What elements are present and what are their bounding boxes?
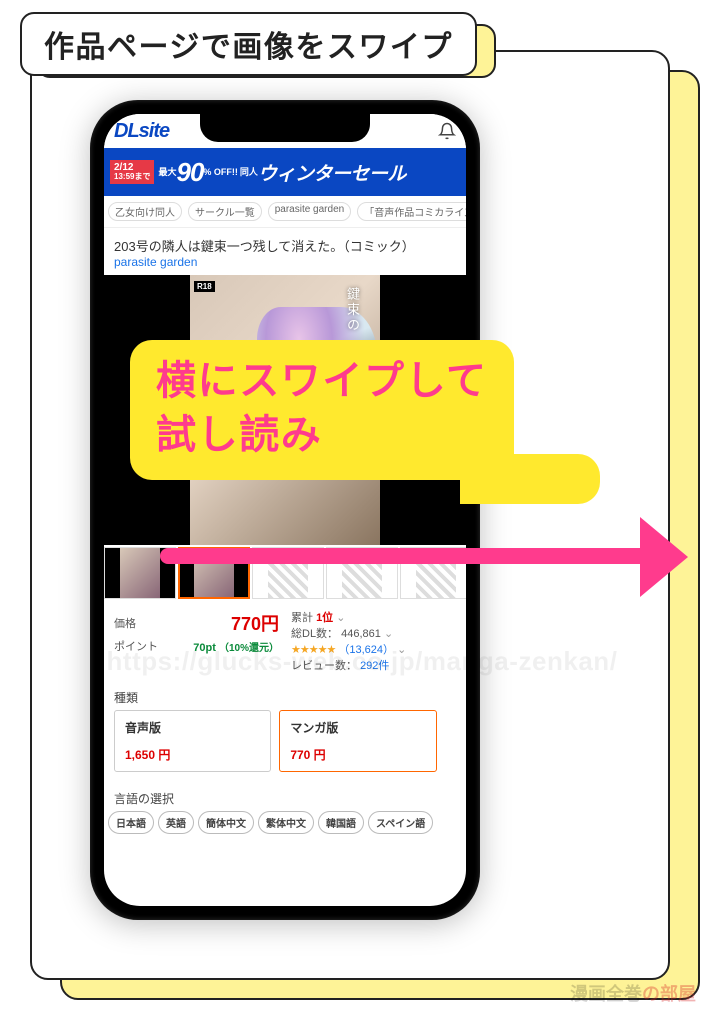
rank-value: 1位 bbox=[316, 612, 333, 624]
lang-option[interactable]: 英語 bbox=[158, 811, 194, 834]
callout-line2: 試し読み bbox=[156, 408, 488, 462]
lang-option[interactable]: 日本語 bbox=[108, 811, 154, 834]
phone-notch bbox=[200, 114, 370, 142]
breadcrumb-item[interactable]: parasite garden bbox=[268, 202, 352, 221]
promo-off: % OFF!! bbox=[203, 168, 238, 177]
review-label: レビュー数： bbox=[291, 660, 357, 672]
variant-price: 1,650 円 bbox=[125, 746, 260, 763]
variant-name: 音声版 bbox=[125, 719, 260, 736]
promo-percent: 90 bbox=[176, 157, 203, 188]
rating-count-link[interactable]: （13,624） bbox=[338, 644, 394, 656]
point-label: ポイント bbox=[114, 638, 158, 654]
swipe-arrow-icon bbox=[160, 548, 660, 564]
variant-price: 770 円 bbox=[290, 746, 425, 763]
product-stats: 価格 770円 ポイント 70pt （10%還元） 累計 1位 ⌄ bbox=[104, 601, 466, 681]
lang-option[interactable]: スペイン語 bbox=[368, 811, 433, 834]
breadcrumb-item[interactable]: 「音声作品コミカライズ」シリーズ bbox=[357, 202, 466, 221]
promo-time: 13:59まで bbox=[114, 173, 150, 182]
frame-title: 作品ページで画像をスワイプ bbox=[20, 12, 477, 76]
breadcrumb: 乙女向け同人 サークル一覧 parasite garden 「音声作品コミカライ… bbox=[104, 196, 466, 228]
promo-banner[interactable]: 2/12 13:59まで 最大 90 % OFF!! 同人 ウィンターセール bbox=[104, 148, 466, 196]
promo-sale-text: ウィンターセール bbox=[258, 159, 406, 186]
promo-category: 同人 bbox=[240, 168, 258, 177]
callout-line1: 横にスワイプして bbox=[156, 354, 488, 408]
point-note: （10%還元） bbox=[219, 643, 279, 654]
language-heading: 言語の選択 bbox=[104, 782, 466, 811]
review-count-link[interactable]: 292件 bbox=[360, 660, 389, 672]
star-rating-icon: ★★★★★ bbox=[291, 644, 335, 656]
lang-option[interactable]: 簡体中文 bbox=[198, 811, 254, 834]
chevron-down-icon[interactable]: ⌄ bbox=[384, 628, 393, 640]
r18-badge: R18 bbox=[194, 281, 215, 292]
breadcrumb-item[interactable]: サークル一覧 bbox=[188, 202, 262, 221]
chevron-down-icon[interactable]: ⌄ bbox=[336, 612, 345, 624]
variant-selector: 音声版 1,650 円 マンガ版 770 円 bbox=[104, 710, 466, 782]
variant-name: マンガ版 bbox=[290, 719, 425, 736]
product-title: 203号の隣人は鍵束一つ残して消えた。（コミック） bbox=[104, 228, 466, 255]
swipe-instruction-callout: 横にスワイプして 試し読み bbox=[130, 340, 514, 480]
point-value: 70pt bbox=[193, 642, 216, 654]
variant-option-audio[interactable]: 音声版 1,650 円 bbox=[114, 710, 271, 772]
price-value: 770円 bbox=[231, 610, 279, 636]
promo-deadline: 2/12 13:59まで bbox=[110, 160, 154, 184]
variant-option-manga[interactable]: マンガ版 770 円 bbox=[279, 710, 436, 772]
phone-screen: DLsite 2/12 13:59まで 最大 90 % OFF!! 同人 ウィン… bbox=[104, 114, 466, 906]
price-label: 価格 bbox=[114, 615, 136, 631]
lang-option[interactable]: 韓国語 bbox=[318, 811, 364, 834]
brand-watermark: 漫画全巻の部屋 bbox=[570, 980, 696, 1006]
breadcrumb-item[interactable]: 乙女向け同人 bbox=[108, 202, 182, 221]
site-logo[interactable]: DLsite bbox=[114, 120, 169, 143]
rank-label: 累計 bbox=[291, 612, 313, 624]
variants-heading: 種類 bbox=[104, 681, 466, 710]
bell-icon[interactable] bbox=[438, 122, 456, 140]
dl-label: 総DL数： bbox=[291, 628, 338, 640]
chevron-down-icon[interactable]: ⌄ bbox=[397, 644, 406, 656]
dl-value: 446,861 bbox=[341, 628, 381, 640]
phone-mockup: DLsite 2/12 13:59まで 最大 90 % OFF!! 同人 ウィン… bbox=[90, 100, 480, 920]
swipe-arrow-head-icon bbox=[640, 517, 688, 597]
cover-title-text: 鍵束の bbox=[343, 287, 362, 334]
lang-option[interactable]: 繁体中文 bbox=[258, 811, 314, 834]
language-selector: 日本語 英語 簡体中文 繁体中文 韓国語 スペイン語 bbox=[104, 811, 466, 842]
promo-prefix: 最大 bbox=[158, 168, 176, 177]
circle-link[interactable]: parasite garden bbox=[104, 255, 466, 275]
